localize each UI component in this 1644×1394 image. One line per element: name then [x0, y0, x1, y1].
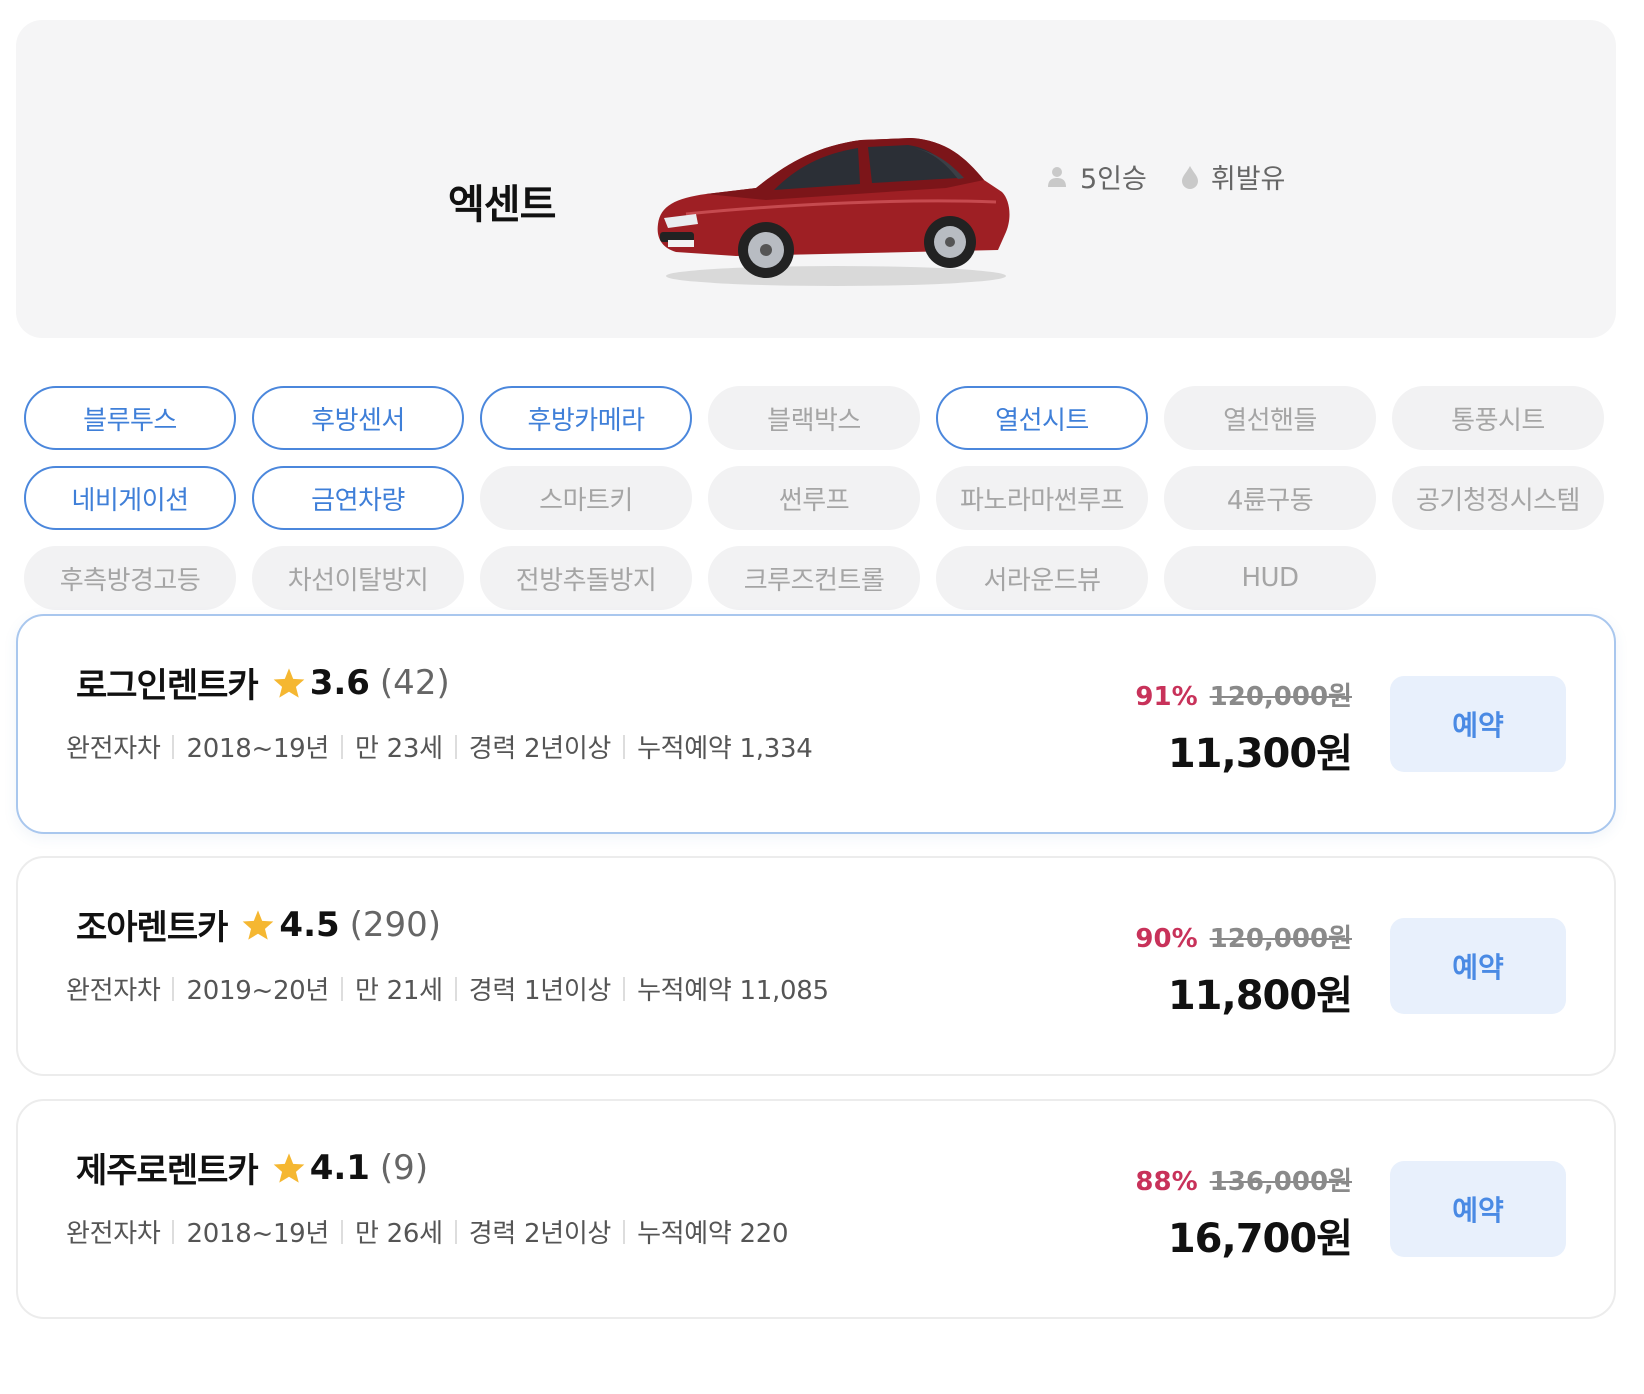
divider — [341, 1219, 344, 1244]
divider — [172, 734, 175, 759]
option-chip: 전방추돌방지 — [480, 546, 692, 610]
option-chip: 서라운드뷰 — [936, 546, 1148, 610]
vendor-heading: 로그인렌트카 3.6 (42) — [76, 658, 450, 707]
option-chip: 통풍시트 — [1392, 386, 1604, 450]
minimum-age: 만 21세 — [355, 976, 443, 1006]
discount-row: 91% 120,000원 — [1135, 676, 1352, 713]
vendor-name: 제주로렌트카 — [76, 1151, 259, 1191]
price-block: 88% 136,000원 16,700원 — [1135, 1161, 1353, 1264]
divider — [172, 1219, 175, 1244]
final-price: 11,300원 — [1167, 731, 1353, 777]
review-count: (42) — [379, 662, 450, 703]
option-chip: 후방카메라 — [480, 386, 692, 450]
option-chip: 블랙박스 — [708, 386, 920, 450]
fuel-drop-icon — [1181, 165, 1198, 189]
model-year: 2018~19년 — [186, 1219, 330, 1249]
minimum-age: 만 23세 — [355, 734, 443, 764]
rating-value: 4.5 — [279, 904, 340, 945]
price-block: 90% 120,000원 11,800원 — [1135, 918, 1353, 1021]
discount-rate: 88% — [1135, 1167, 1198, 1197]
option-chip: HUD — [1164, 546, 1376, 610]
option-chip: 썬루프 — [708, 466, 920, 530]
car-image — [657, 138, 1010, 286]
option-chip: 네비게이션 — [24, 466, 236, 530]
option-chip: 공기청정시스템 — [1392, 466, 1604, 530]
rating-value: 3.6 — [309, 662, 370, 703]
insurance-type: 완전자차 — [66, 734, 161, 764]
option-chip: 금연차량 — [252, 466, 464, 530]
minimum-age: 만 26세 — [355, 1219, 443, 1249]
divider — [454, 734, 457, 759]
driving-experience: 경력 2년이상 — [468, 1219, 612, 1249]
offer-conditions: 완전자차 2018~19년 만 26세 경력 2년이상 누적예약 220 — [66, 1213, 789, 1250]
price-block: 91% 120,000원 11,300원 — [1135, 676, 1353, 779]
insurance-type: 완전자차 — [66, 976, 161, 1006]
option-chip: 크루즈컨트롤 — [708, 546, 920, 610]
total-bookings: 누적예약 11,085 — [637, 976, 829, 1006]
star-icon — [273, 1152, 304, 1183]
car-specs: 5인승 휘발유 — [1046, 157, 1319, 196]
discount-rate: 91% — [1135, 682, 1198, 712]
model-year: 2019~20년 — [186, 976, 330, 1006]
car-options-grid: 블루투스 후방센서 후방카메라 블랙박스 열선시트 열선핸들 통풍시트네비게이션 금연차량 스마… — [24, 386, 1614, 610]
fuel-spec: 휘발유 — [1181, 157, 1286, 196]
original-price: 120,000원 — [1209, 682, 1352, 712]
vendor-name: 로그인렌트카 — [76, 666, 259, 706]
reserve-button[interactable]: 예약 — [1390, 918, 1566, 1014]
divider — [623, 976, 626, 1001]
seats-label: 5인승 — [1080, 164, 1147, 195]
original-price: 136,000원 — [1209, 1167, 1352, 1197]
rating-value: 4.1 — [309, 1147, 370, 1188]
reserve-button[interactable]: 예약 — [1390, 1161, 1566, 1257]
option-chip: 후방센서 — [252, 386, 464, 450]
option-chip: 열선시트 — [936, 386, 1148, 450]
model-year: 2018~19년 — [186, 734, 330, 764]
option-chip: 차선이탈방지 — [252, 546, 464, 610]
discount-rate: 90% — [1135, 924, 1198, 954]
car-model-name: 엑센트 — [448, 182, 556, 228]
option-chip: 4륜구동 — [1164, 466, 1376, 530]
reserve-button[interactable]: 예약 — [1390, 676, 1566, 772]
total-bookings: 누적예약 220 — [637, 1219, 789, 1249]
divider — [172, 976, 175, 1001]
option-chip: 파노라마썬루프 — [936, 466, 1148, 530]
person-icon — [1048, 166, 1066, 187]
divider — [623, 1219, 626, 1244]
discount-row: 88% 136,000원 — [1135, 1161, 1352, 1198]
driving-experience: 경력 2년이상 — [468, 734, 612, 764]
insurance-type: 완전자차 — [66, 1219, 161, 1249]
option-chip: 열선핸들 — [1164, 386, 1376, 450]
review-count: (290) — [349, 904, 442, 945]
option-chip: 블루투스 — [24, 386, 236, 450]
option-chip: 스마트키 — [480, 466, 692, 530]
star-icon — [243, 909, 274, 940]
divider — [454, 1219, 457, 1244]
rental-offer-card[interactable]: 조아렌트카 4.5 (290) 완전자차 2019~20년 만 21세 경력 1… — [16, 856, 1616, 1076]
car-summary-panel: 엑센트 5인승 휘발유 — [16, 20, 1616, 338]
rental-offer-card[interactable]: 로그인렌트카 3.6 (42) 완전자차 2018~19년 만 23세 경력 2… — [16, 614, 1616, 834]
divider — [341, 976, 344, 1001]
divider — [623, 734, 626, 759]
vendor-name: 조아렌트카 — [76, 908, 228, 948]
fuel-label: 휘발유 — [1210, 164, 1286, 195]
option-chip: 후측방경고등 — [24, 546, 236, 610]
offer-conditions: 완전자차 2019~20년 만 21세 경력 1년이상 누적예약 11,085 — [66, 970, 829, 1007]
seats-spec: 5인승 — [1046, 157, 1147, 196]
final-price: 11,800원 — [1167, 973, 1353, 1019]
star-icon — [273, 667, 304, 698]
vendor-heading: 제주로렌트카 4.1 (9) — [76, 1143, 428, 1192]
divider — [454, 976, 457, 1001]
divider — [341, 734, 344, 759]
total-bookings: 누적예약 1,334 — [637, 734, 813, 764]
original-price: 120,000원 — [1209, 924, 1352, 954]
offer-conditions: 완전자차 2018~19년 만 23세 경력 2년이상 누적예약 1,334 — [66, 728, 813, 765]
discount-row: 90% 120,000원 — [1135, 918, 1352, 955]
review-count: (9) — [379, 1147, 429, 1188]
vendor-heading: 조아렌트카 4.5 (290) — [76, 900, 441, 949]
rental-offer-card[interactable]: 제주로렌트카 4.1 (9) 완전자차 2018~19년 만 26세 경력 2년… — [16, 1099, 1616, 1319]
driving-experience: 경력 1년이상 — [468, 976, 612, 1006]
final-price: 16,700원 — [1167, 1216, 1353, 1262]
